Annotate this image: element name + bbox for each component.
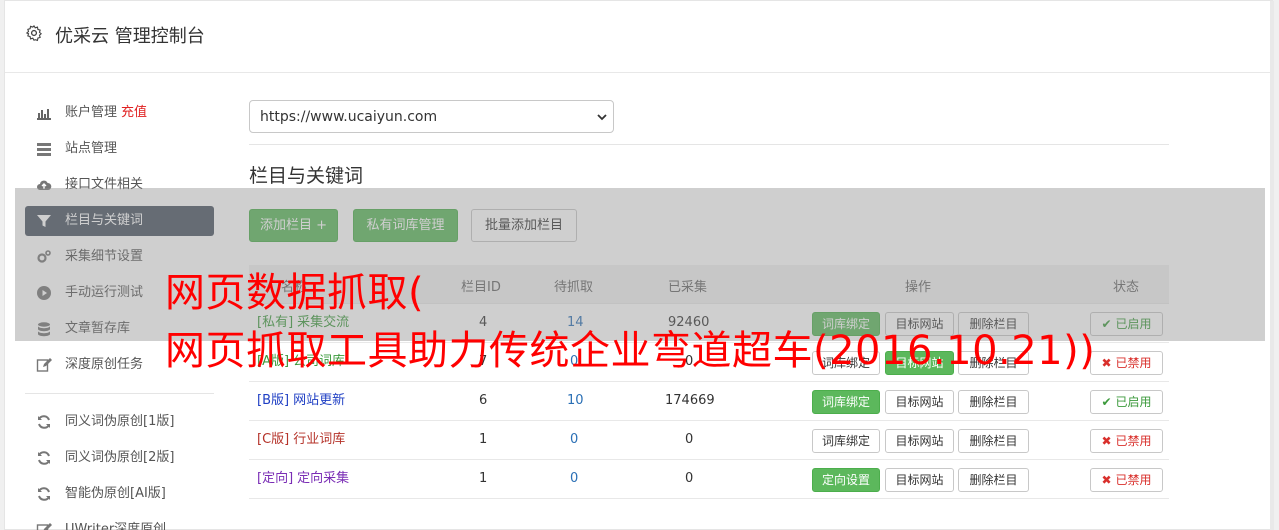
delete-column-button[interactable]: 删除栏目 <box>958 390 1029 414</box>
table-row: [定向] 定向采集 1 0 0 定向设置 目标网站 删除栏目 ✖ 已禁用 <box>249 459 1169 498</box>
gear-icon <box>25 24 42 42</box>
status-toggle[interactable]: ✔ 已启用 <box>1090 390 1163 414</box>
status-toggle[interactable]: ✖ 已禁用 <box>1090 429 1163 453</box>
watermark-title-line1: 网页数据抓取( <box>165 270 425 316</box>
sidebar-item-ai-rewrite[interactable]: 智能伪原创[AI版] <box>25 479 214 509</box>
bar-chart-icon <box>37 109 51 120</box>
pending-count[interactable]: 0 <box>570 432 578 448</box>
edit-icon <box>36 523 52 530</box>
target-site-button[interactable]: 目标网站 <box>885 390 954 414</box>
divider <box>249 144 1169 145</box>
target-site-button[interactable]: 目标网站 <box>885 429 954 453</box>
table-row: [B版] 网站更新 6 10 174669 词库绑定 目标网站 删除栏目 ✔ 已启… <box>249 381 1169 420</box>
site-select[interactable]: https://www.ucaiyun.com <box>249 100 614 133</box>
sidebar-item-label: 账户管理 <box>65 105 118 120</box>
bind-lib-button[interactable]: 词库绑定 <box>812 390 880 414</box>
column-id: 6 <box>479 393 488 408</box>
collected-count: 0 <box>685 471 694 486</box>
delete-column-button[interactable]: 删除栏目 <box>958 468 1029 492</box>
watermark-title-line2: 网页抓取工具助力传统企业弯道超车(2016.10.21)) <box>165 328 1096 374</box>
column-name: 行业词库 <box>293 432 346 447</box>
header: 优采云 管理控制台 <box>5 1 1272 73</box>
column-id: 1 <box>479 471 488 486</box>
target-site-button[interactable]: 目标网站 <box>885 468 954 492</box>
collected-count: 174669 <box>665 393 715 408</box>
x-icon: ✖ <box>1101 434 1112 448</box>
direct-settings-button[interactable]: 定向设置 <box>812 468 880 492</box>
delete-column-button[interactable]: 删除栏目 <box>958 429 1029 453</box>
sidebar-item-label: 深度原创任务 <box>65 357 144 372</box>
column-name: 定向采集 <box>297 471 350 486</box>
column-tag: [B版] <box>257 393 290 408</box>
status-label: 已启用 <box>1115 395 1152 409</box>
chevron-down-icon <box>597 114 607 121</box>
collected-count: 0 <box>685 432 694 447</box>
scrollbar-track[interactable] <box>1270 1 1274 530</box>
refresh-icon <box>38 415 50 429</box>
sidebar-item-sites[interactable]: 站点管理 <box>25 134 214 164</box>
page-title: 优采云 管理控制台 <box>55 26 205 47</box>
sidebar-item-label: 同义词伪原创[1版] <box>65 414 175 429</box>
column-tag: [C版] <box>257 432 290 447</box>
column-id: 1 <box>479 432 488 447</box>
status-label: 已禁用 <box>1115 356 1152 370</box>
site-select-value: https://www.ucaiyun.com <box>260 109 438 125</box>
check-icon: ✔ <box>1101 395 1112 409</box>
sidebar-divider <box>25 393 214 394</box>
column-name-link[interactable]: [B版] 网站更新 <box>257 393 345 409</box>
refresh-icon <box>38 451 50 465</box>
sidebar-item-label: UWriter深度原创 <box>65 522 167 530</box>
x-icon: ✖ <box>1101 356 1112 370</box>
column-name-link[interactable]: [C版] 行业词库 <box>257 432 345 448</box>
pending-count[interactable]: 10 <box>567 393 584 409</box>
x-icon: ✖ <box>1101 473 1112 487</box>
status-toggle[interactable]: ✖ 已禁用 <box>1090 468 1163 492</box>
sidebar-item-label: 智能伪原创[AI版] <box>65 486 166 501</box>
column-name: 网站更新 <box>293 393 346 408</box>
server-icon <box>37 143 51 156</box>
sidebar-item-synonym-v2[interactable]: 同义词伪原创[2版] <box>25 443 214 473</box>
column-tag: [定向] <box>257 471 294 486</box>
table-row: [C版] 行业词库 1 0 0 词库绑定 目标网站 删除栏目 ✖ 已禁用 <box>249 420 1169 459</box>
sidebar-item-label: 站点管理 <box>65 141 118 156</box>
bind-lib-button[interactable]: 词库绑定 <box>812 429 880 453</box>
sidebar-item-synonym-v1[interactable]: 同义词伪原创[1版] <box>25 407 214 437</box>
sidebar-item-label: 同义词伪原创[2版] <box>65 450 175 465</box>
status-toggle[interactable]: ✖ 已禁用 <box>1090 351 1163 375</box>
status-label: 已禁用 <box>1115 434 1152 448</box>
refresh-icon <box>38 487 50 501</box>
watermark-band <box>15 188 1265 341</box>
edit-icon <box>36 358 52 372</box>
sidebar-item-uwriter[interactable]: UWriter深度原创 <box>25 515 214 530</box>
column-name-link[interactable]: [定向] 定向采集 <box>257 471 349 487</box>
status-label: 已禁用 <box>1115 473 1152 487</box>
pending-count[interactable]: 0 <box>570 471 578 487</box>
sidebar-item-account[interactable]: 账户管理 充值 <box>25 98 214 128</box>
section-title: 栏目与关键词 <box>249 165 364 187</box>
recharge-link[interactable]: 充值 <box>121 105 147 120</box>
table-bottom-border <box>249 498 1169 499</box>
